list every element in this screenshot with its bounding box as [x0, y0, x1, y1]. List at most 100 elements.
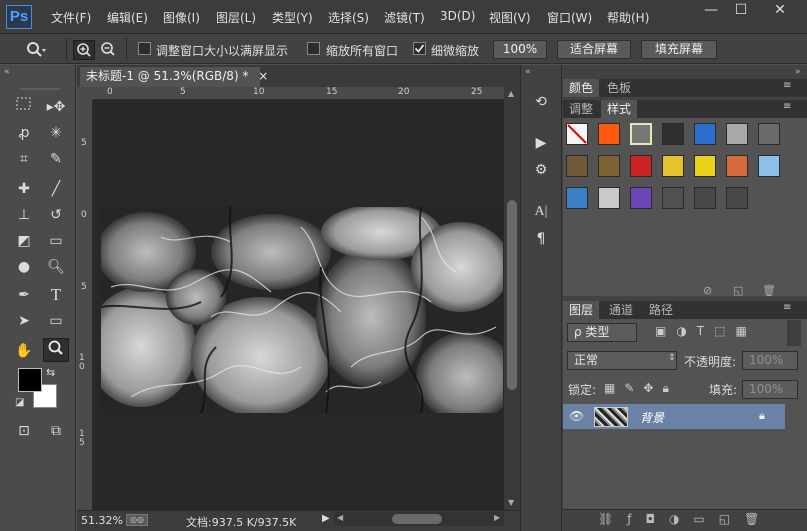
- quick-mask-icon[interactable]: ⊡: [12, 420, 36, 442]
- history-panel-icon[interactable]: ⟲: [530, 92, 552, 112]
- actions-panel-icon[interactable]: ▶: [530, 133, 552, 153]
- lock-icons[interactable]: ▦✎✥🔒︎: [604, 381, 678, 396]
- eraser-tool-icon[interactable]: ◩: [12, 230, 36, 252]
- opacity-field[interactable]: 100%: [742, 351, 798, 370]
- tab-adjustments[interactable]: 调整: [563, 100, 599, 118]
- style-swatch[interactable]: [598, 187, 620, 209]
- filter-toggle[interactable]: [787, 320, 801, 346]
- clear-style-icon[interactable]: ⊘: [703, 284, 712, 297]
- blur-tool-icon[interactable]: ●: [12, 256, 36, 278]
- path-selection-tool-icon[interactable]: ➤: [12, 310, 36, 332]
- status-preview-icon[interactable]: ◎◎: [126, 514, 148, 526]
- menu-select[interactable]: 选择(S): [328, 9, 369, 26]
- close-document-icon[interactable]: ×: [258, 69, 268, 83]
- style-swatch[interactable]: [726, 123, 748, 145]
- hand-tool-icon[interactable]: ✋: [12, 340, 36, 362]
- tab-color[interactable]: 颜色: [563, 79, 600, 97]
- style-swatch[interactable]: [630, 123, 652, 145]
- default-colors-icon[interactable]: ◪: [15, 397, 24, 408]
- style-swatch[interactable]: [726, 187, 748, 209]
- panel-menu-icon[interactable]: ≡: [783, 80, 791, 91]
- zoom-all-windows-checkbox[interactable]: [307, 42, 320, 55]
- fill-screen-button[interactable]: 填充屏幕: [641, 40, 717, 59]
- style-swatch[interactable]: [598, 155, 620, 177]
- close-button[interactable]: ✕: [760, 0, 800, 22]
- menu-window[interactable]: 窗口(W): [547, 9, 592, 26]
- screen-mode-icon[interactable]: ⧉: [44, 420, 68, 442]
- style-swatch[interactable]: [566, 187, 588, 209]
- brush-tool-icon[interactable]: ╱: [44, 178, 68, 200]
- move-tool-icon[interactable]: ▸✥: [44, 96, 68, 118]
- resize-windows-checkbox[interactable]: [138, 42, 151, 55]
- fit-screen-button[interactable]: 适合屏幕: [557, 40, 631, 59]
- paragraph-panel-icon[interactable]: ¶: [530, 229, 552, 249]
- history-brush-tool-icon[interactable]: ↺: [44, 204, 68, 226]
- delete-style-icon[interactable]: 🗑︎: [762, 284, 776, 297]
- tools-grip[interactable]: [20, 88, 60, 90]
- dodge-tool-icon[interactable]: 🔍︎: [44, 256, 68, 278]
- scroll-down-icon[interactable]: ▼: [508, 498, 514, 507]
- menu-view[interactable]: 视图(V): [489, 9, 531, 26]
- character-panel-icon[interactable]: A|: [530, 202, 552, 222]
- rectangle-tool-icon[interactable]: ▭: [44, 310, 68, 332]
- zoom-out-icon[interactable]: [97, 40, 119, 60]
- style-swatch[interactable]: [662, 187, 684, 209]
- new-style-icon[interactable]: ◱: [733, 284, 743, 297]
- layer-name[interactable]: 背景: [640, 409, 664, 426]
- ruler-origin[interactable]: [77, 87, 93, 100]
- style-swatch[interactable]: [598, 123, 620, 145]
- tab-styles[interactable]: 样式: [601, 100, 638, 118]
- vertical-scroll-thumb[interactable]: [507, 200, 517, 390]
- swap-colors-icon[interactable]: ⇆: [46, 366, 55, 379]
- style-swatch[interactable]: [566, 155, 588, 177]
- properties-panel-icon[interactable]: ⚙: [530, 160, 552, 180]
- menu-3d[interactable]: 3D(D): [440, 9, 475, 23]
- clone-stamp-tool-icon[interactable]: ⊥: [12, 204, 36, 226]
- style-swatch[interactable]: [662, 123, 684, 145]
- crop-tool-icon[interactable]: ⌗: [12, 148, 36, 170]
- scrubby-zoom-checkbox[interactable]: [413, 42, 426, 55]
- pen-tool-icon[interactable]: ✒: [12, 284, 36, 306]
- menu-file[interactable]: 文件(F): [51, 9, 91, 26]
- zoom-100-button[interactable]: 100%: [493, 40, 547, 59]
- style-swatch[interactable]: [694, 187, 716, 209]
- maximize-button[interactable]: ☐: [726, 0, 756, 22]
- scroll-up-icon[interactable]: ▲: [508, 89, 514, 98]
- collapse-arrows-icon[interactable]: «: [4, 67, 10, 77]
- tab-channels[interactable]: 通道: [603, 301, 639, 319]
- menu-image[interactable]: 图像(I): [163, 9, 200, 26]
- eyedropper-tool-icon[interactable]: ✎: [44, 148, 68, 170]
- style-swatch[interactable]: [630, 155, 652, 177]
- vertical-ruler[interactable]: 5 0 5 1 0 1 5: [77, 100, 93, 510]
- layer-filter-icons[interactable]: ▣◑T⬚▦: [655, 324, 757, 338]
- layers-footer-icons[interactable]: ⛓ƒ◘◑▭◱🗑︎: [598, 512, 773, 526]
- zoom-level[interactable]: 51.32%: [81, 514, 123, 527]
- style-swatch[interactable]: [630, 187, 652, 209]
- document-tab[interactable]: 未标题-1 @ 51.3%(RGB/8) * ×: [80, 67, 268, 87]
- panel-menu-icon[interactable]: ≡: [783, 302, 791, 313]
- type-tool-icon[interactable]: T: [44, 284, 68, 306]
- tab-swatches[interactable]: 色板: [601, 79, 637, 97]
- status-menu-arrow-icon[interactable]: ▶: [322, 513, 330, 524]
- style-swatch[interactable]: [726, 155, 748, 177]
- style-swatch[interactable]: [566, 123, 588, 145]
- visibility-eye-icon[interactable]: 👁︎: [569, 409, 584, 423]
- scroll-right-icon[interactable]: ▶: [494, 513, 500, 522]
- horizontal-scroll-thumb[interactable]: [392, 514, 442, 524]
- menu-edit[interactable]: 编辑(E): [107, 9, 148, 26]
- marquee-tool-icon[interactable]: [12, 96, 36, 118]
- menu-type[interactable]: 类型(Y): [272, 9, 313, 26]
- fill-field[interactable]: 100%: [742, 380, 798, 399]
- menu-filter[interactable]: 滤镜(T): [384, 9, 425, 26]
- healing-brush-tool-icon[interactable]: ✚: [12, 178, 36, 200]
- horizontal-ruler[interactable]: 0 5 10 15 20 25: [93, 87, 504, 100]
- style-swatch[interactable]: [758, 123, 780, 145]
- lasso-tool-icon[interactable]: ꝓ: [12, 122, 36, 144]
- style-swatch[interactable]: [662, 155, 684, 177]
- style-swatch[interactable]: [758, 155, 780, 177]
- magic-wand-tool-icon[interactable]: ✳: [44, 122, 68, 144]
- document-image[interactable]: [101, 207, 503, 413]
- collapse-panels-icon[interactable]: »: [795, 67, 801, 77]
- layer-kind-filter[interactable]: ρ 类型: [567, 323, 637, 342]
- tab-layers[interactable]: 图层: [563, 301, 600, 319]
